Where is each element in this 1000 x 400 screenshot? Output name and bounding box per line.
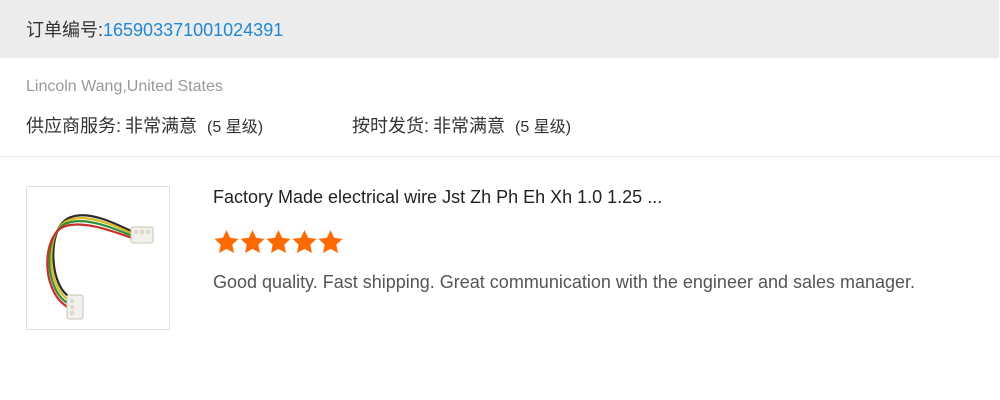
rating-level: (5 星级)	[207, 119, 264, 136]
connector-bottom	[66, 294, 84, 320]
rating-value: 非常满意	[433, 116, 506, 136]
order-header: 订单编号:165903371001024391	[0, 0, 999, 58]
supplier-service-rating: 供应商服务: 非常满意 (5 星级)	[26, 112, 263, 138]
order-number-row: 订单编号:165903371001024391	[26, 16, 283, 42]
star-icon	[318, 230, 343, 253]
rating-label: 按时发货:	[352, 116, 430, 136]
product-thumbnail[interactable]	[26, 186, 170, 330]
rating-label: 供应商服务:	[26, 116, 122, 136]
star-icon	[266, 230, 291, 253]
order-number-label: 订单编号:	[26, 20, 104, 40]
star-icon	[240, 230, 265, 253]
section-divider	[0, 156, 1000, 157]
on-time-delivery-rating: 按时发货: 非常满意 (5 星级)	[352, 112, 571, 138]
order-number-link[interactable]: 165903371001024391	[103, 20, 283, 40]
reviewer-name-location: Lincoln Wang,United States	[26, 78, 223, 95]
cable-assembly-image	[46, 214, 154, 320]
review-text: Good quality. Fast shipping. Great commu…	[213, 272, 916, 292]
star-rating	[212, 228, 343, 258]
connector-top	[130, 226, 154, 244]
rating-level: (5 星级)	[515, 119, 572, 136]
product-title[interactable]: Factory Made electrical wire Jst Zh Ph E…	[213, 187, 662, 208]
star-icon	[292, 230, 317, 253]
star-icon	[214, 230, 239, 253]
rating-value: 非常满意	[125, 116, 198, 136]
